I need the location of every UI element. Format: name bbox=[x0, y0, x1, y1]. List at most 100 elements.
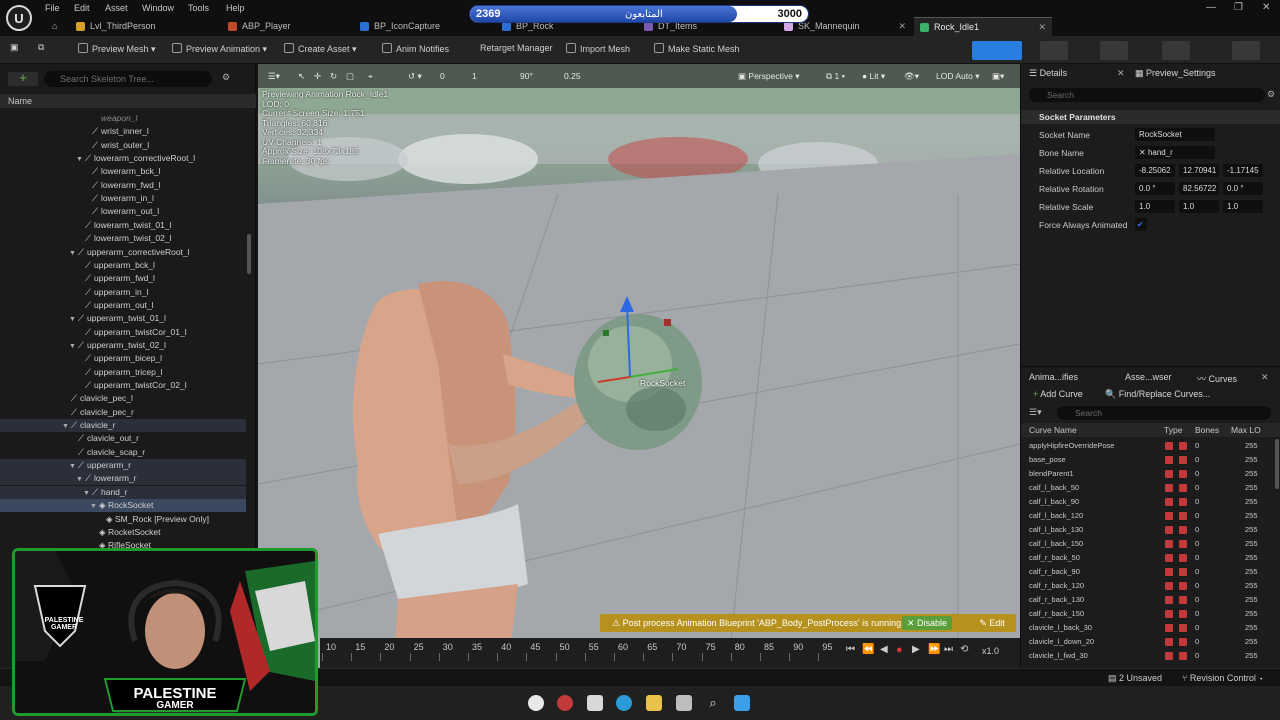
menu-asset[interactable]: Asset bbox=[105, 3, 128, 13]
morph-target-type-icon[interactable] bbox=[1165, 456, 1173, 464]
retarget-manager-button[interactable]: Retarget Manager bbox=[480, 43, 553, 53]
tree-row[interactable]: ⟋ wrist_outer_l bbox=[0, 139, 246, 152]
skip-start-icon[interactable]: ⏮ bbox=[846, 644, 855, 655]
preview-viewport[interactable]: ☰▾ ↖ ✛ ↻ ▢ ⌖ ↺ ▾ 0 1 90° 0.25 ▣ Perspect… bbox=[258, 64, 1020, 668]
socket-parameters-header[interactable]: Socket Parameters bbox=[1021, 110, 1280, 124]
tree-row[interactable]: ⟋ upperarm_tricep_l bbox=[0, 366, 246, 379]
curve-row[interactable]: calf_l_back_130 0 255 bbox=[1021, 523, 1273, 537]
skip-end-icon[interactable]: ⏭ bbox=[944, 644, 953, 655]
expand-caret-icon[interactable]: ▼ bbox=[69, 340, 78, 353]
col-bones[interactable]: Bones bbox=[1195, 423, 1219, 437]
tree-row[interactable]: ⟋ wrist_inner_l bbox=[0, 125, 246, 138]
location-y-field[interactable]: 12.70941 bbox=[1179, 164, 1219, 177]
close-tab-icon[interactable]: ✕ bbox=[1038, 18, 1046, 37]
morph-target-type-icon[interactable] bbox=[1165, 624, 1173, 632]
browse-icon[interactable]: ⧉ bbox=[38, 42, 44, 53]
curves-search-input[interactable]: Search bbox=[1057, 406, 1271, 420]
mesh-mode-button[interactable] bbox=[1040, 41, 1068, 60]
material-type-icon[interactable] bbox=[1179, 610, 1187, 618]
preview-animation-button[interactable]: Preview Animation ▾ bbox=[172, 43, 267, 55]
material-type-icon[interactable] bbox=[1179, 568, 1187, 576]
tree-scrollbar[interactable] bbox=[247, 234, 251, 274]
socket-label[interactable]: RockSocket bbox=[640, 378, 685, 388]
curve-row[interactable]: calf_l_back_150 0 255 bbox=[1021, 537, 1273, 551]
location-x-field[interactable]: -8.25062 bbox=[1135, 164, 1175, 177]
perspective-button[interactable]: ▣ Perspective ▾ bbox=[738, 71, 799, 82]
lod-button[interactable]: LOD Auto ▾ bbox=[936, 71, 980, 82]
curve-row[interactable]: calf_r_back_90 0 255 bbox=[1021, 565, 1273, 579]
show-flags-icon[interactable]: 👁▾ bbox=[904, 71, 919, 82]
home-icon[interactable]: ⌂ bbox=[46, 17, 68, 36]
morph-target-type-icon[interactable] bbox=[1165, 526, 1173, 534]
morph-target-type-icon[interactable] bbox=[1165, 582, 1173, 590]
minimize-icon[interactable]: — bbox=[1206, 2, 1216, 13]
tab-asset-browser[interactable]: Asse...wser bbox=[1125, 372, 1172, 382]
material-type-icon[interactable] bbox=[1179, 652, 1187, 660]
tree-row[interactable]: ▼ ⟋ upperarm_twist_02_l bbox=[0, 339, 246, 352]
tree-row[interactable]: ⟋ upperarm_fwd_l bbox=[0, 272, 246, 285]
skeleton-mode-button[interactable] bbox=[972, 41, 1022, 60]
morph-target-type-icon[interactable] bbox=[1165, 540, 1173, 548]
details-search-input[interactable]: Search bbox=[1029, 88, 1265, 102]
tree-row[interactable]: ⟋ lowerarm_twist_02_l bbox=[0, 232, 246, 245]
tree-row[interactable]: ⟋ clavicle_pec_r bbox=[0, 406, 246, 419]
curve-row[interactable]: clavicle_l_down_20 0 255 bbox=[1021, 635, 1273, 649]
morph-target-type-icon[interactable] bbox=[1165, 442, 1173, 450]
tab-curves[interactable]: 〰 Curves bbox=[1197, 372, 1237, 385]
rotate-icon[interactable]: ↻ bbox=[330, 71, 337, 82]
tree-row[interactable]: ▼ ⟋ clavicle_r bbox=[0, 419, 246, 433]
curve-row[interactable]: applyHipfireOverridePose 0 255 bbox=[1021, 439, 1273, 453]
record-icon[interactable]: ● bbox=[896, 644, 903, 656]
location-z-field[interactable]: -1.17145 bbox=[1223, 164, 1263, 177]
tab-lvl-thirdperson[interactable]: Lvl_ThirdPerson bbox=[70, 17, 220, 36]
unreal-taskbar-icon[interactable] bbox=[528, 695, 544, 711]
translate-icon[interactable]: ✛ bbox=[314, 71, 321, 82]
material-type-icon[interactable] bbox=[1179, 582, 1187, 590]
morph-target-type-icon[interactable] bbox=[1165, 484, 1173, 492]
close-tab-icon[interactable]: ✕ bbox=[898, 17, 906, 36]
curve-row[interactable]: calf_r_back_130 0 255 bbox=[1021, 593, 1273, 607]
menu-edit[interactable]: Edit bbox=[74, 3, 90, 13]
search-taskbar-icon[interactable]: ⌕ bbox=[705, 695, 721, 711]
tree-row[interactable]: ⟋ upperarm_twistCor_02_l bbox=[0, 379, 246, 392]
tree-row[interactable]: ▼ ⟋ lowerarm_correctiveRoot_l bbox=[0, 152, 246, 165]
filter-icon[interactable]: ☰▾ bbox=[1029, 407, 1042, 418]
curve-row[interactable]: clavicle_l_fwd_30 0 255 bbox=[1021, 649, 1273, 663]
anim-notifies-button[interactable]: Anim Notifies bbox=[382, 43, 449, 54]
add-curve-button[interactable]: + Add Curve bbox=[1033, 389, 1083, 399]
col-max-lod[interactable]: Max LO bbox=[1231, 423, 1261, 437]
edge-taskbar-icon[interactable] bbox=[616, 695, 632, 711]
scale-icon[interactable]: ▢ bbox=[346, 71, 354, 82]
import-mesh-button[interactable]: Import Mesh bbox=[566, 43, 630, 54]
tab-details[interactable]: ☰ Details bbox=[1029, 68, 1067, 79]
col-curve-name[interactable]: Curve Name bbox=[1029, 423, 1077, 437]
scale-y-field[interactable]: 1.0 bbox=[1179, 200, 1219, 213]
tree-row[interactable]: ⟋ upperarm_bck_l bbox=[0, 259, 246, 272]
rotation-y-field[interactable]: 82.56722 bbox=[1179, 182, 1219, 195]
save-icon[interactable]: ▣ bbox=[10, 42, 19, 53]
material-type-icon[interactable] bbox=[1179, 484, 1187, 492]
maximize-viewport-icon[interactable]: ▣▾ bbox=[992, 71, 1004, 82]
material-type-icon[interactable] bbox=[1179, 470, 1187, 478]
tab-abp-player[interactable]: ABP_Player bbox=[222, 17, 352, 36]
material-type-icon[interactable] bbox=[1179, 442, 1187, 450]
tree-row[interactable]: ⟋ upperarm_twistCor_01_l bbox=[0, 326, 246, 339]
revision-control-button[interactable]: ⑂ Revision Control ▾ bbox=[1182, 673, 1264, 683]
material-type-icon[interactable] bbox=[1179, 624, 1187, 632]
angle-snap-value[interactable]: 90° bbox=[520, 71, 533, 81]
morph-target-type-icon[interactable] bbox=[1165, 498, 1173, 506]
settings-gear-icon[interactable]: ⚙ bbox=[222, 72, 230, 83]
tree-row[interactable]: ⟋ upperarm_bicep_l bbox=[0, 352, 246, 365]
curve-row[interactable]: clavicle_l_back_30 0 255 bbox=[1021, 621, 1273, 635]
material-type-icon[interactable] bbox=[1179, 526, 1187, 534]
close-window-icon[interactable]: ✕ bbox=[1262, 2, 1270, 13]
lit-button[interactable]: ● Lit ▾ bbox=[862, 71, 885, 82]
physics-mode-button[interactable] bbox=[1232, 41, 1260, 60]
coord-icon[interactable]: ⌖ bbox=[368, 71, 373, 82]
tree-row[interactable]: ⟋ lowerarm_twist_01_l bbox=[0, 219, 246, 232]
playback-speed[interactable]: x1.0 bbox=[982, 646, 999, 656]
tab-preview-settings[interactable]: ▦ Preview_Settings bbox=[1135, 68, 1216, 79]
tree-row[interactable]: ⟋ clavicle_out_r bbox=[0, 432, 246, 445]
curve-row[interactable]: blendParent1 0 255 bbox=[1021, 467, 1273, 481]
windows-start-icon[interactable] bbox=[734, 695, 750, 711]
